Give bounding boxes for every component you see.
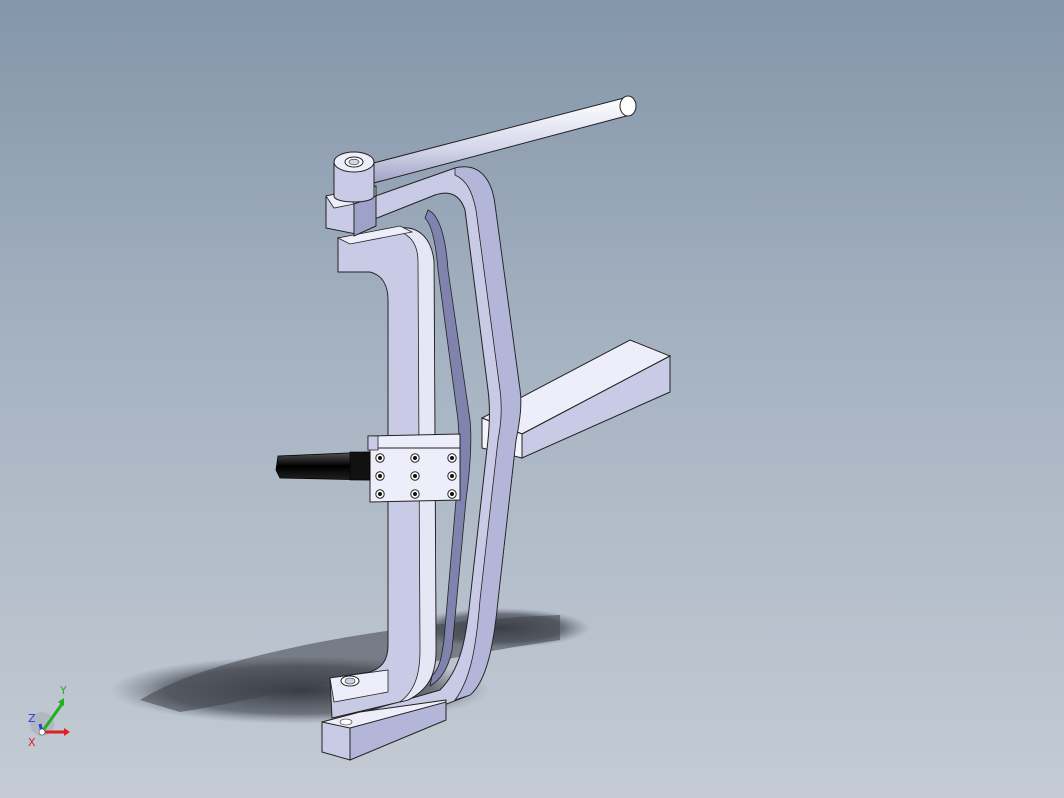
handle-rod[interactable] — [361, 95, 637, 185]
x-axis-label: X — [28, 736, 36, 749]
screw-hole — [410, 471, 420, 481]
3d-graphics-area[interactable]: X Y Z — [0, 0, 1064, 798]
screw-hole — [375, 489, 385, 499]
locating-pin[interactable] — [275, 451, 371, 481]
screw-hole — [410, 489, 420, 499]
screw-hole — [447, 453, 457, 463]
screw-hole — [447, 471, 457, 481]
screw-hole — [375, 453, 385, 463]
reference-triad: X Y Z — [28, 684, 70, 749]
screw-hole — [447, 489, 457, 499]
x-axis-arrowhead — [64, 728, 70, 736]
screw-hole — [375, 471, 385, 481]
screw-hole — [410, 453, 420, 463]
handle-pivot-cylinder[interactable] — [333, 151, 375, 203]
y-axis-label: Y — [59, 684, 67, 697]
z-axis-label: Z — [28, 712, 36, 725]
clamp-assembly-model[interactable] — [0, 0, 1064, 798]
